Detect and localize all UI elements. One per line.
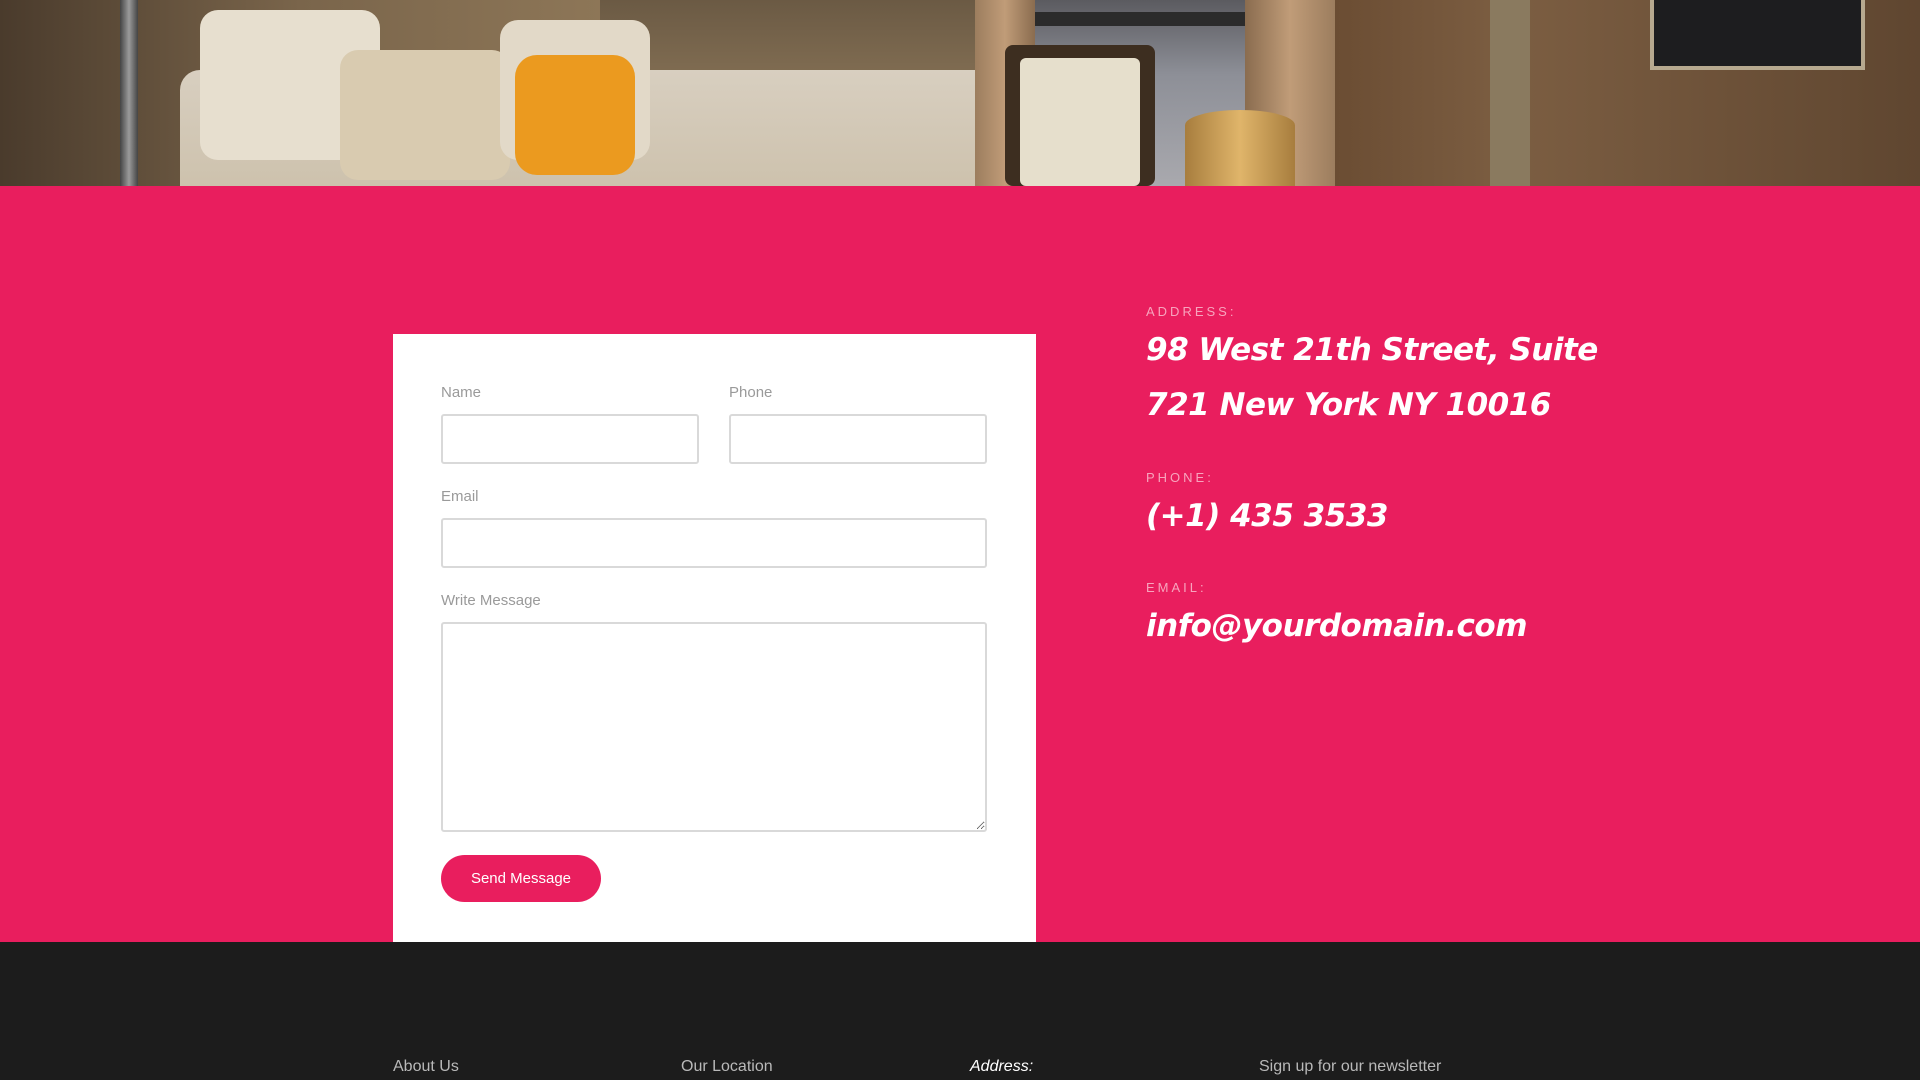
message-textarea[interactable]: [441, 622, 987, 832]
phone-input[interactable]: [729, 414, 987, 464]
name-input[interactable]: [441, 414, 699, 464]
footer-newsletter-heading: Sign up for our newsletter: [1259, 1058, 1442, 1075]
address-line-2: 721 New York NY 10016: [1146, 387, 1551, 423]
email-address[interactable]: info@yourdomain.com: [1146, 608, 1528, 644]
address-label: ADDRESS:: [1146, 304, 1237, 319]
hero-pillar: [1490, 0, 1530, 186]
site-footer: About Us Our Location Address: Sign up f…: [0, 942, 1920, 1080]
name-label: Name: [441, 384, 482, 401]
message-label: Write Message: [441, 592, 541, 609]
email-input[interactable]: [441, 518, 987, 568]
hero-pillow: [340, 50, 510, 180]
contact-form: Name Phone Email Write Message Send Mess…: [393, 334, 1036, 966]
phone-number: (+1) 435 3533: [1146, 498, 1388, 534]
footer-about-us-heading: About Us: [393, 1058, 459, 1075]
hero-image: [0, 0, 1920, 186]
hero-orange-pillow: [515, 55, 635, 175]
hero-side-table: [1185, 110, 1295, 186]
hero-armchair-cushion: [1020, 58, 1140, 186]
address-line-1: 98 West 21th Street, Suite: [1146, 332, 1598, 368]
hero-tv: [1650, 0, 1865, 70]
footer-address-heading: Address:: [970, 1058, 1034, 1075]
phone-info-label: PHONE:: [1146, 470, 1214, 485]
hero-lamp: [120, 0, 138, 186]
contact-section: Name Phone Email Write Message Send Mess…: [0, 186, 1920, 966]
send-message-button[interactable]: Send Message: [441, 855, 601, 902]
footer-our-location-heading: Our Location: [681, 1058, 773, 1075]
phone-label: Phone: [729, 384, 773, 401]
email-label: Email: [441, 488, 479, 505]
email-info-label: EMAIL:: [1146, 580, 1207, 595]
